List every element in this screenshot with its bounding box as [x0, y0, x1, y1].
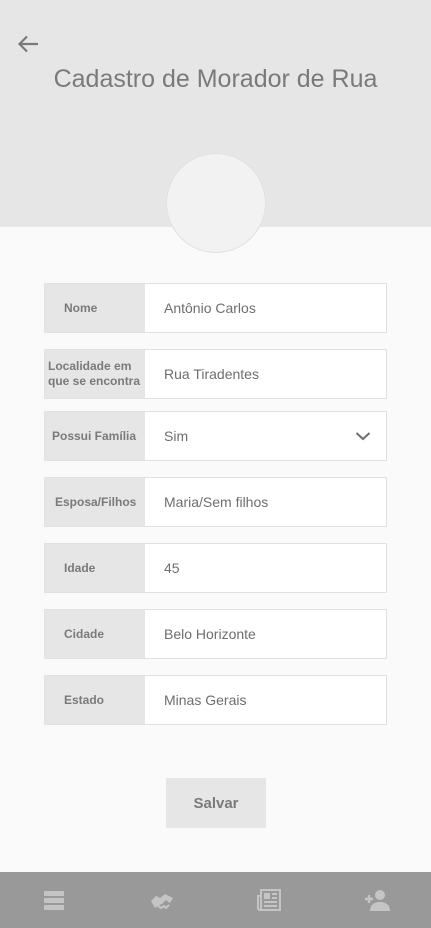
save-button[interactable]: Salvar	[166, 778, 266, 828]
esposa-filhos-input[interactable]: Maria/Sem filhos	[145, 478, 386, 526]
add-person-icon	[365, 890, 391, 911]
nav-item-add-person[interactable]	[323, 872, 431, 928]
field-idade: Idade 45	[44, 543, 387, 593]
nome-input[interactable]: Antônio Carlos	[145, 284, 386, 332]
header: Cadastro de Morador de Rua	[0, 0, 431, 253]
newspaper-icon	[257, 889, 282, 911]
field-cidade: Cidade Belo Horizonte	[44, 609, 387, 659]
estado-input[interactable]: Minas Gerais	[145, 676, 386, 724]
field-localidade: Localidade em que se encontra Rua Tirade…	[44, 349, 387, 399]
cidade-input[interactable]: Belo Horizonte	[145, 610, 386, 658]
list-view-icon	[43, 891, 64, 910]
localidade-input[interactable]: Rua Tiradentes	[145, 350, 386, 398]
handshake-icon	[150, 894, 173, 910]
idade-input[interactable]: 45	[145, 544, 386, 592]
back-button[interactable]	[14, 31, 42, 57]
nav-item-list[interactable]	[0, 872, 108, 928]
avatar[interactable]	[166, 153, 266, 253]
field-esposa-filhos: Esposa/Filhos Maria/Sem filhos	[44, 477, 387, 527]
arrow-left-icon	[17, 35, 38, 53]
field-label: Nome	[45, 284, 145, 332]
field-label: Estado	[45, 676, 145, 724]
bottom-nav	[0, 872, 431, 928]
field-nome: Nome Antônio Carlos	[44, 283, 387, 333]
field-label: Cidade	[45, 610, 145, 658]
page-title: Cadastro de Morador de Rua	[53, 65, 378, 93]
possui-familia-select[interactable]: Sim	[145, 412, 386, 460]
nav-item-handshake[interactable]	[108, 872, 216, 928]
field-label: Esposa/Filhos	[45, 478, 145, 526]
field-estado: Estado Minas Gerais	[44, 675, 387, 725]
field-label: Possui Família	[45, 412, 145, 460]
chevron-down-icon[interactable]	[355, 430, 371, 442]
field-label: Idade	[45, 544, 145, 592]
field-label: Localidade em que se encontra	[45, 350, 145, 398]
nav-item-news[interactable]	[216, 872, 324, 928]
field-possui-familia: Possui Família Sim	[44, 411, 387, 461]
